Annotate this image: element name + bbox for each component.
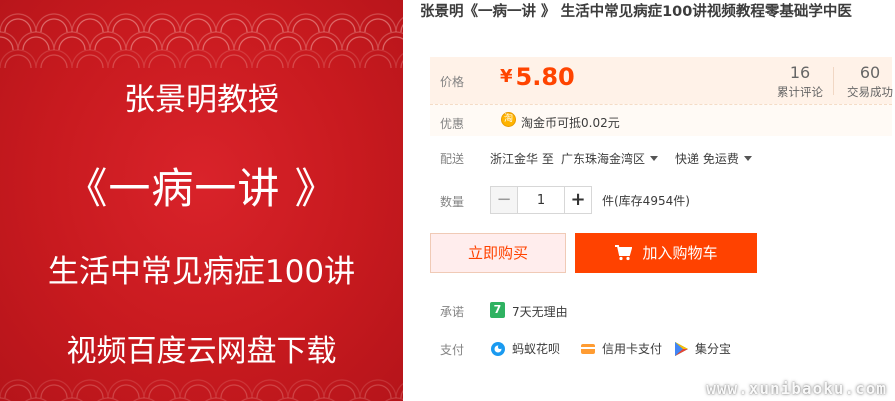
shipping-method-text: 快递 免运费 [675, 152, 739, 166]
payment-label: 支付 [440, 343, 465, 357]
shipping-destination-select[interactable]: 广东珠海金湾区 [561, 150, 659, 167]
payment-huabei-text: 蚂蚁花呗 [512, 342, 561, 356]
chevron-down-icon [650, 156, 659, 161]
jifenbao-icon [673, 341, 689, 357]
price-box: 价格 ¥5.80 16 累计评论 60 交易成功 [430, 57, 895, 104]
reviews-count: 16 [789, 63, 811, 82]
image-author-text: 张景明教授 [124, 82, 279, 118]
promotion-text: 淘金币可抵0.02元 [521, 116, 620, 130]
quantity-input[interactable] [518, 186, 564, 214]
quantity-increase-button[interactable]: + [564, 186, 592, 214]
quantity-decrease-button[interactable]: − [490, 186, 518, 214]
buy-now-button[interactable]: 立即购买 [430, 233, 566, 273]
promotion-box: 优惠 淘 淘金币可抵0.02元 [430, 104, 892, 136]
price-label: 价格 [440, 75, 465, 89]
deals-count: 60 [859, 63, 881, 82]
deals-stat: 60 交易成功 [840, 63, 895, 100]
add-to-cart-label: 加入购物车 [642, 244, 718, 262]
stats-divider [833, 67, 834, 95]
deals-label: 交易成功 [847, 85, 893, 99]
seven-day-return-icon: 7 [490, 302, 505, 318]
payment-credit-card[interactable]: 信用卡支付 [580, 340, 662, 357]
product-main-image: 张景明教授 《一病一讲 》 生活中常见病症100讲 视频百度云网盘下载 [0, 0, 403, 401]
promotion-label: 优惠 [440, 117, 465, 131]
add-to-cart-button[interactable]: 加入购物车 [575, 233, 757, 273]
promise-text[interactable]: 7天无理由 [512, 303, 568, 320]
price-value: ¥5.80 [500, 63, 575, 91]
product-title: 张景明《一病一讲 》 生活中常见病症100讲视频教程零基础学中医 [420, 4, 852, 20]
wave-pattern-top-3 [0, 32, 403, 72]
huabei-icon [490, 341, 506, 357]
shipping-label: 配送 [440, 152, 465, 166]
reviews-stat[interactable]: 16 累计评论 [770, 63, 830, 100]
quantity-stepper: − + [490, 186, 592, 214]
wave-pattern-bottom-2 [0, 380, 403, 401]
quantity-label: 数量 [440, 195, 465, 209]
image-series-title: 《一病一讲 》 [65, 164, 338, 213]
shopping-cart-icon [614, 237, 633, 275]
payment-credit-card-text: 信用卡支付 [602, 342, 663, 356]
payment-jifenbao-text: 集分宝 [695, 342, 732, 356]
price-amount: 5.80 [515, 63, 575, 91]
site-watermark: www.xunibaoku.com [706, 379, 887, 398]
payment-huabei[interactable]: 蚂蚁花呗 [490, 340, 560, 357]
credit-card-icon [580, 341, 596, 357]
promise-label: 承诺 [440, 305, 465, 319]
stock-text: 件(库存4954件) [602, 194, 690, 208]
shipping-destination-text: 广东珠海金湾区 [561, 152, 646, 166]
chevron-down-icon [743, 156, 752, 161]
reviews-label: 累计评论 [777, 85, 823, 99]
shipping-method-select[interactable]: 快递 免运费 [675, 150, 752, 167]
taojinbi-coin-icon: 淘 [501, 112, 516, 127]
payment-jifenbao[interactable]: 集分宝 [673, 340, 731, 357]
image-download-text: 视频百度云网盘下载 [66, 334, 337, 369]
product-info-panel: 张景明《一病一讲 》 生活中常见病症100讲视频教程零基础学中医 价格 ¥5.8… [420, 0, 895, 401]
shipping-from: 浙江金华 至 [490, 152, 554, 166]
currency-symbol: ¥ [500, 66, 513, 87]
image-subtitle: 生活中常见病症100讲 [47, 254, 356, 290]
